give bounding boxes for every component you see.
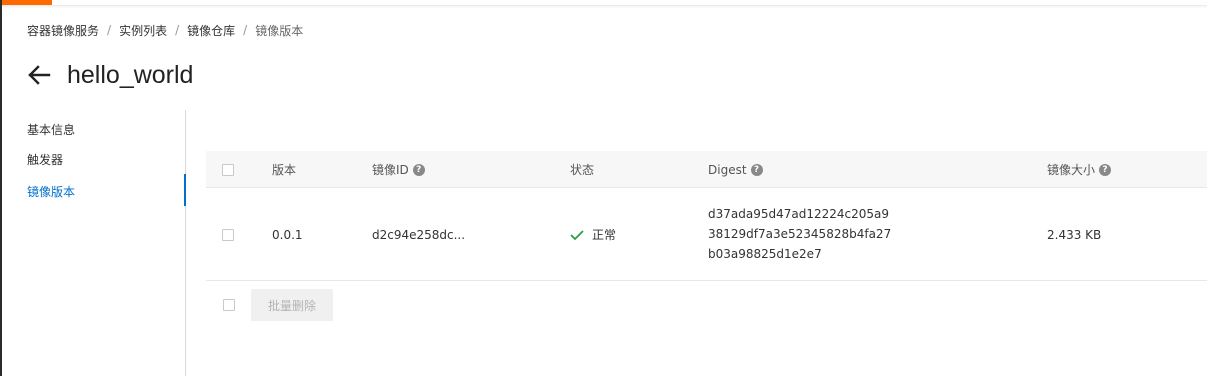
column-image-id-label: 镜像ID — [372, 163, 409, 177]
select-all-checkbox[interactable] — [222, 163, 234, 176]
column-size-label: 镜像大小 — [1047, 163, 1096, 177]
check-icon — [570, 229, 584, 240]
footer-select-all-checkbox[interactable] — [223, 299, 235, 311]
arrow-left-icon[interactable] — [27, 63, 51, 87]
table-row: 0.0.1 d2c94e258dc... 正常 d37ada95d47ad122… — [206, 188, 1207, 281]
help-icon[interactable]: ? — [412, 163, 425, 176]
status-label: 正常 — [592, 228, 617, 242]
image-version-table: 版本 镜像ID ? 状态 Digest ? 镜像大小 ? 0.0.1 d2c94… — [206, 151, 1207, 281]
sidebar-item-image-versions[interactable]: 镜像版本 — [27, 182, 75, 202]
table-header: 版本 镜像ID ? 状态 Digest ? 镜像大小 ? — [206, 151, 1207, 188]
column-digest: Digest ? — [708, 151, 763, 188]
column-status: 状态 — [570, 163, 595, 177]
sidebar-item-basic-info[interactable]: 基本信息 — [27, 120, 75, 140]
active-indicator — [184, 174, 186, 206]
breadcrumb-container-registry[interactable]: 容器镜像服务 — [27, 22, 99, 39]
page-title: hello_world — [67, 60, 194, 89]
breadcrumb-instance-list[interactable]: 实例列表 — [119, 22, 167, 39]
size-cell: 2.433 KB — [1047, 227, 1102, 242]
column-size: 镜像大小 ? — [1047, 151, 1112, 188]
breadcrumb-separator: / — [107, 23, 112, 37]
image-id-cell: d2c94e258dc... — [372, 227, 466, 242]
breadcrumb-separator: / — [243, 23, 248, 37]
digest-line: d37ada95d47ad12224c205a9 — [708, 207, 890, 221]
breadcrumb-image-repository[interactable]: 镜像仓库 — [187, 22, 235, 39]
digest-line: 38129df7a3e52345828b4fa27 — [708, 227, 892, 241]
column-digest-label: Digest — [708, 162, 747, 177]
page-header: hello_world — [27, 58, 193, 92]
breadcrumb: 容器镜像服务 / 实例列表 / 镜像仓库 / 镜像版本 — [27, 22, 303, 38]
column-image-id: 镜像ID ? — [372, 151, 425, 188]
brand-accent — [0, 0, 52, 5]
top-bar — [0, 0, 1207, 6]
status-cell: 正常 — [570, 188, 616, 281]
table-footer: 批量删除 — [206, 289, 333, 321]
digest-line: b03a98825d1e2e7 — [708, 247, 822, 261]
help-icon[interactable]: ? — [1099, 163, 1112, 176]
digest-cell: d37ada95d47ad12224c205a9 38129df7a3e5234… — [708, 188, 891, 281]
row-checkbox[interactable] — [222, 228, 234, 241]
breadcrumb-image-versions: 镜像版本 — [255, 23, 304, 38]
sidebar-item-triggers[interactable]: 触发器 — [27, 150, 63, 170]
batch-delete-button[interactable]: 批量删除 — [251, 289, 333, 321]
column-version: 版本 — [272, 163, 297, 177]
side-navigation: 基本信息 触发器 镜像版本 — [0, 110, 186, 376]
help-icon[interactable]: ? — [750, 163, 763, 176]
version-cell: 0.0.1 — [272, 227, 303, 242]
breadcrumb-separator: / — [175, 23, 180, 37]
